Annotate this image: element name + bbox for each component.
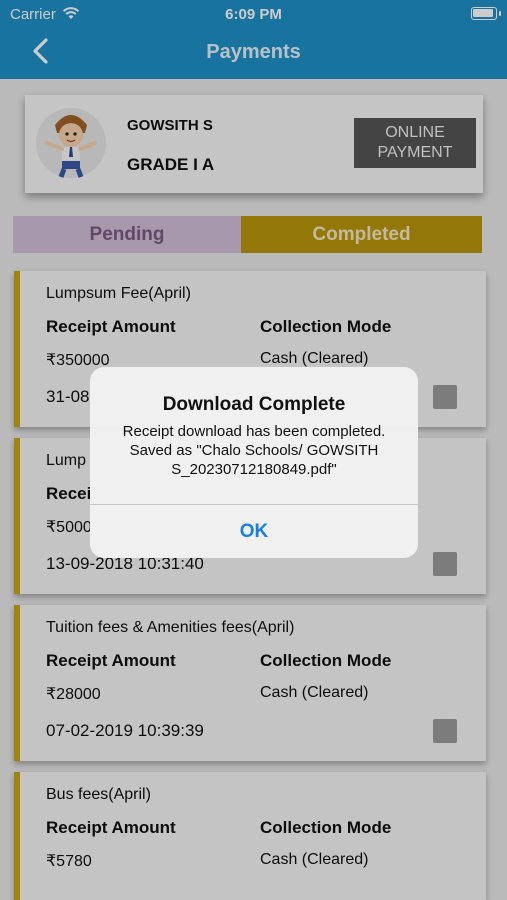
alert-message: Receipt download has been completed. Sav… [122,423,386,478]
download-complete-alert: Download Complete Receipt download has b… [90,367,418,558]
alert-title: Download Complete [162,394,346,415]
ok-button[interactable]: OK [90,505,418,558]
